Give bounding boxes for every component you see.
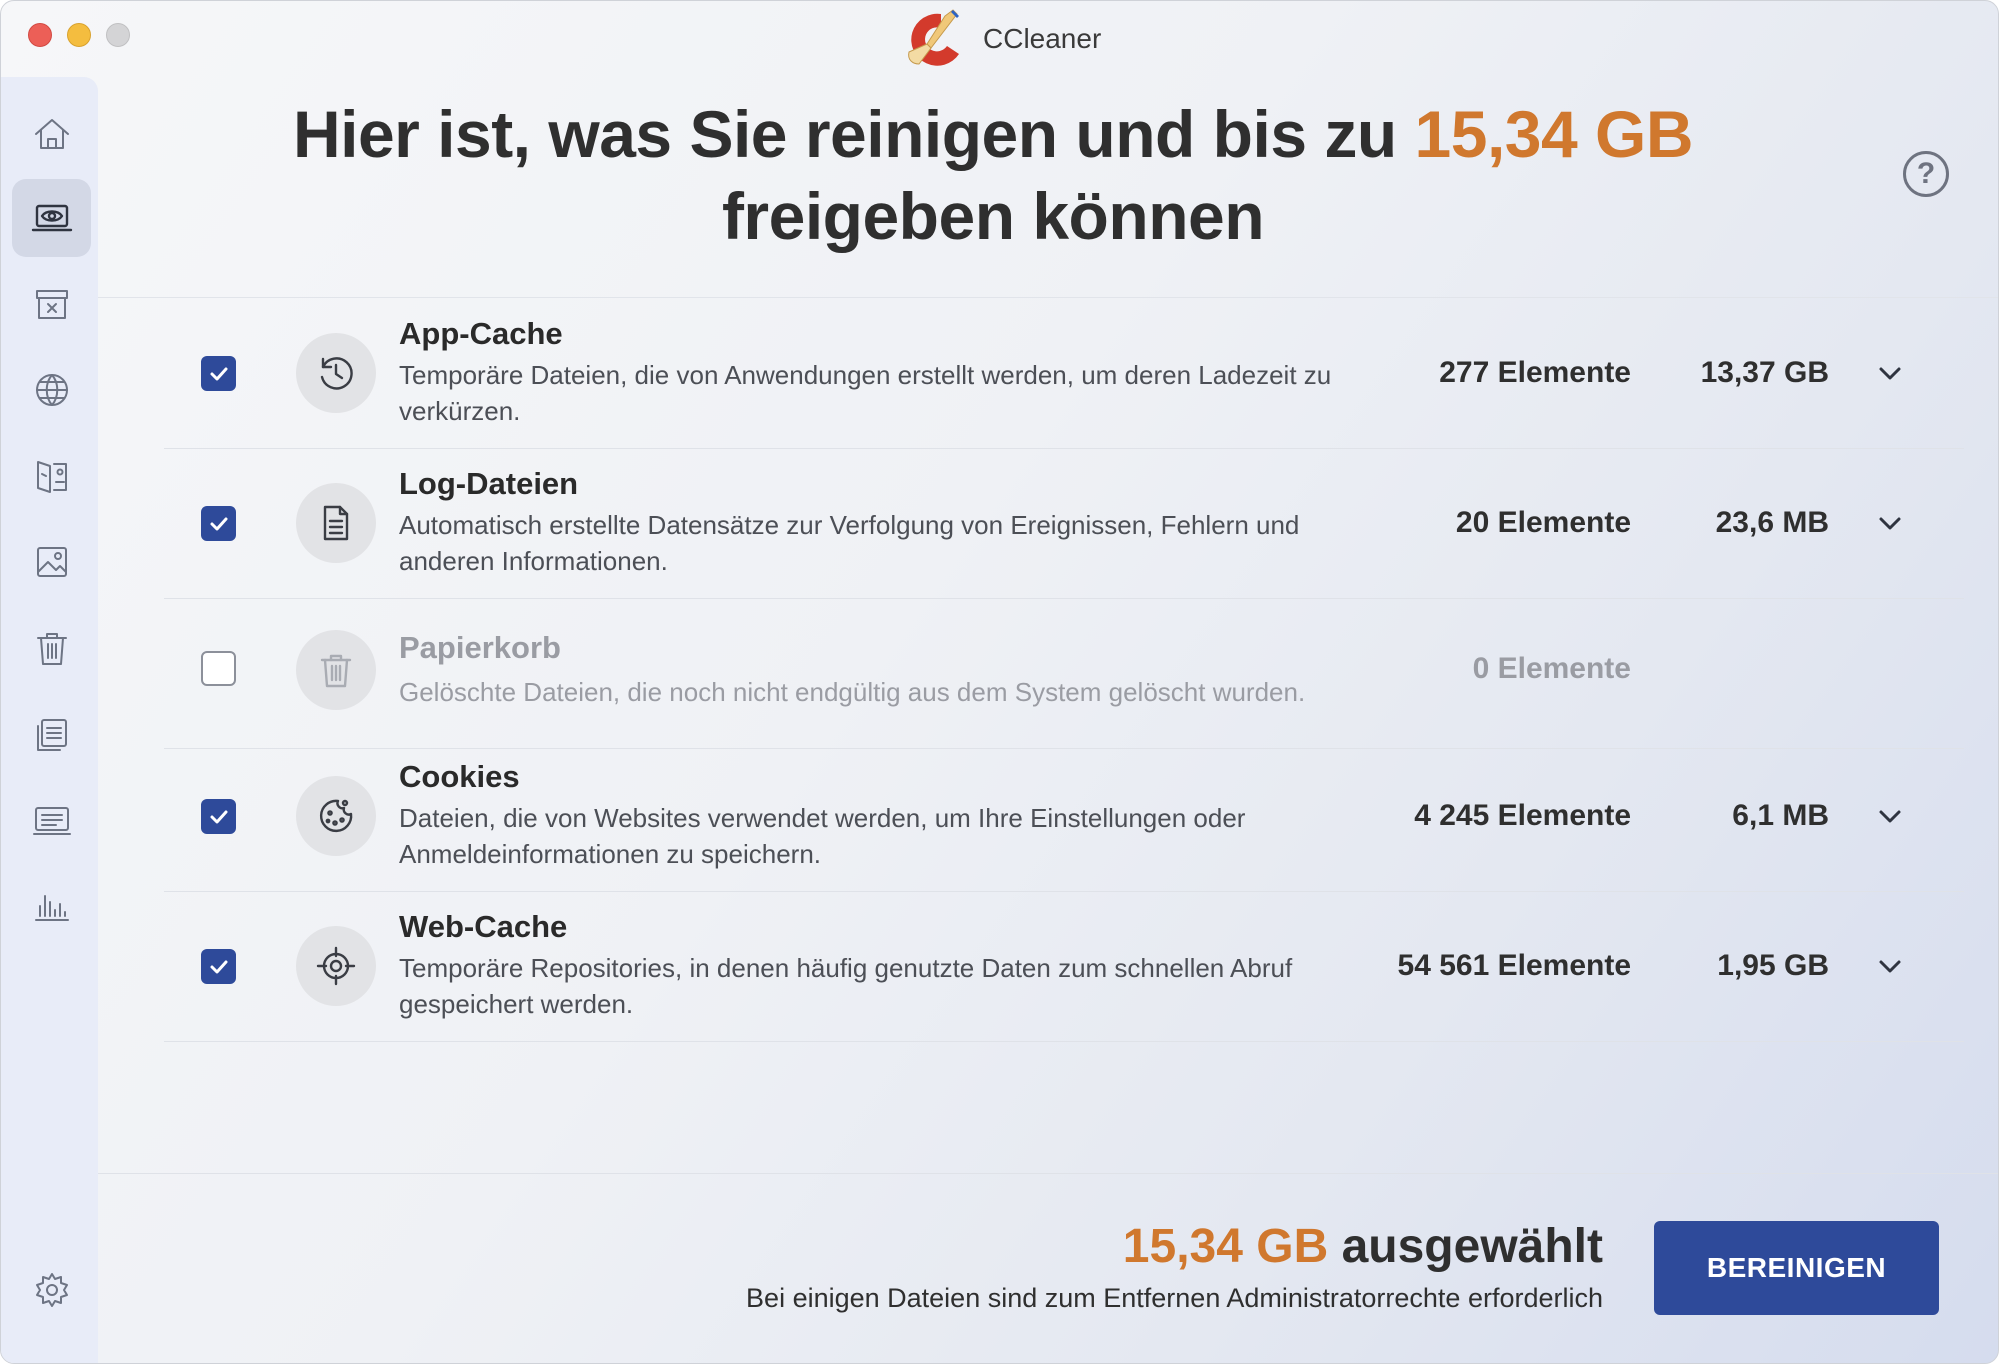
minimize-window-button[interactable]: [67, 23, 91, 47]
row-title: Papierkorb: [399, 630, 561, 665]
checkmark-icon: [210, 960, 227, 973]
web-cache-icon-badge: [296, 926, 376, 1006]
keyboard-icon: [32, 807, 71, 835]
chevron-down-icon: [1879, 517, 1901, 530]
gear-icon: [35, 1273, 68, 1307]
archive-box-icon: [35, 290, 68, 319]
checkmark-icon: [210, 367, 227, 380]
sidebar-item-list[interactable]: [12, 695, 91, 773]
clean-button[interactable]: BEREINIGEN: [1654, 1221, 1939, 1315]
page-title: Hier ist, was Sie reinigen und bis zu 15…: [98, 93, 1998, 257]
settings-button[interactable]: [12, 1251, 91, 1329]
title-suffix: freigeben können: [721, 179, 1265, 253]
ccleaner-logo: [908, 9, 959, 66]
chevron-down-icon: [1879, 810, 1901, 823]
row-count: 0 Elemente: [1472, 652, 1631, 685]
sidebar-item-home[interactable]: [12, 95, 91, 173]
expand-log-files-button[interactable]: [1874, 507, 1906, 539]
expand-cookies-button[interactable]: [1874, 800, 1906, 832]
sidebar-item-uninstall[interactable]: [12, 437, 91, 515]
title-bar: CCleaner: [1, 1, 1998, 73]
row-size: 13,37 GB: [1700, 356, 1829, 389]
sidebar-item-trash[interactable]: [12, 609, 91, 687]
trash-icon: [320, 654, 352, 688]
row-count: 4 245 Elemente: [1414, 799, 1631, 832]
cookies-icon-badge: [296, 776, 376, 856]
list-edit-icon: [36, 719, 67, 751]
app-cache-icon-badge: [296, 333, 376, 413]
chevron-down-icon: [1879, 367, 1901, 380]
document-icon: [323, 505, 349, 541]
globe-icon: [35, 374, 68, 406]
app-uninstall-icon: [36, 461, 67, 493]
category-row-trash[interactable]: Papierkorb Gelöschte Dateien, die noch n…: [164, 599, 1964, 749]
row-count: 277 Elemente: [1439, 356, 1631, 389]
row-size: 6,1 MB: [1732, 799, 1829, 832]
checkmark-icon: [210, 810, 227, 823]
home-icon: [34, 119, 69, 149]
category-row-app-cache[interactable]: App-Cache Temporäre Dateien, die von Anw…: [164, 299, 1964, 449]
sidebar-item-keyboard[interactable]: [12, 781, 91, 859]
trash-icon: [36, 633, 67, 665]
app-title: CCleaner: [901, 9, 1102, 67]
history-clock-icon: [320, 357, 353, 390]
row-description: Dateien, die von Websites verwendet werd…: [399, 803, 1246, 869]
zoom-window-button[interactable]: [106, 23, 130, 47]
row-description: Automatisch erstellte Datensätze zur Ver…: [399, 510, 1300, 576]
row-title: Log-Dateien: [399, 466, 579, 501]
admin-rights-note: Bei einigen Dateien sind zum Entfernen A…: [746, 1283, 1603, 1313]
row-count: 54 561 Elemente: [1397, 949, 1631, 982]
app-window: CCleaner Hier ist, was Sie reinigen und …: [0, 0, 1999, 1364]
category-row-log-files[interactable]: Log-Dateien Automatisch erstellte Datens…: [164, 449, 1964, 599]
sidebar-item-browser[interactable]: [12, 351, 91, 429]
sidebar-item-images[interactable]: [12, 523, 91, 601]
row-description: Temporäre Repositories, in denen häufig …: [399, 953, 1293, 1019]
sidebar: [1, 77, 98, 1363]
row-title: Web-Cache: [399, 909, 568, 944]
row-size: 23,6 MB: [1715, 506, 1829, 539]
selected-label: ausgewählt: [1341, 1220, 1603, 1273]
row-size: 1,95 GB: [1717, 949, 1829, 982]
row-description: Temporäre Dateien, die von Anwendungen e…: [399, 360, 1332, 426]
image-icon: [36, 547, 67, 577]
cookie-icon: [319, 799, 353, 833]
row-description: Gelöschte Dateien, die noch nicht endgül…: [399, 677, 1306, 707]
sidebar-item-stats[interactable]: [12, 867, 91, 945]
close-window-button[interactable]: [28, 23, 52, 47]
row-count: 20 Elemente: [1455, 506, 1631, 539]
row-title: Cookies: [399, 759, 520, 794]
laptop-eye-icon: [31, 204, 72, 232]
selected-amount: 15,34 GB: [1122, 1220, 1329, 1273]
app-name: CCleaner: [983, 23, 1102, 54]
trash-icon-badge: [296, 630, 376, 710]
footer-divider: [98, 1173, 1998, 1174]
log-files-icon-badge: [296, 483, 376, 563]
trash-checkbox[interactable]: [201, 651, 236, 686]
chevron-down-icon: [1879, 960, 1901, 973]
category-row-cookies[interactable]: Cookies Dateien, die von Websites verwen…: [164, 742, 1964, 892]
bar-chart-icon: [34, 895, 69, 921]
sidebar-item-archive[interactable]: [12, 265, 91, 343]
log-files-checkbox[interactable]: [201, 506, 236, 541]
checkmark-icon: [210, 517, 227, 530]
list-divider: [98, 297, 1998, 298]
expand-web-cache-button[interactable]: [1874, 950, 1906, 982]
selected-total: 15,34 GB ausgewählt: [1123, 1219, 1603, 1274]
row-title: App-Cache: [399, 316, 563, 351]
app-cache-checkbox[interactable]: [201, 356, 236, 391]
help-button[interactable]: ?: [1903, 151, 1949, 197]
crosshair-icon: [316, 946, 356, 986]
web-cache-checkbox[interactable]: [201, 949, 236, 984]
title-amount: 15,34 GB: [1414, 97, 1694, 171]
sidebar-item-cleaner[interactable]: [12, 179, 91, 257]
title-prefix: Hier ist, was Sie reinigen und bis zu: [292, 97, 1397, 171]
expand-app-cache-button[interactable]: [1874, 357, 1906, 389]
category-row-web-cache[interactable]: Web-Cache Temporäre Repositories, in den…: [164, 892, 1964, 1042]
cookies-checkbox[interactable]: [201, 799, 236, 834]
